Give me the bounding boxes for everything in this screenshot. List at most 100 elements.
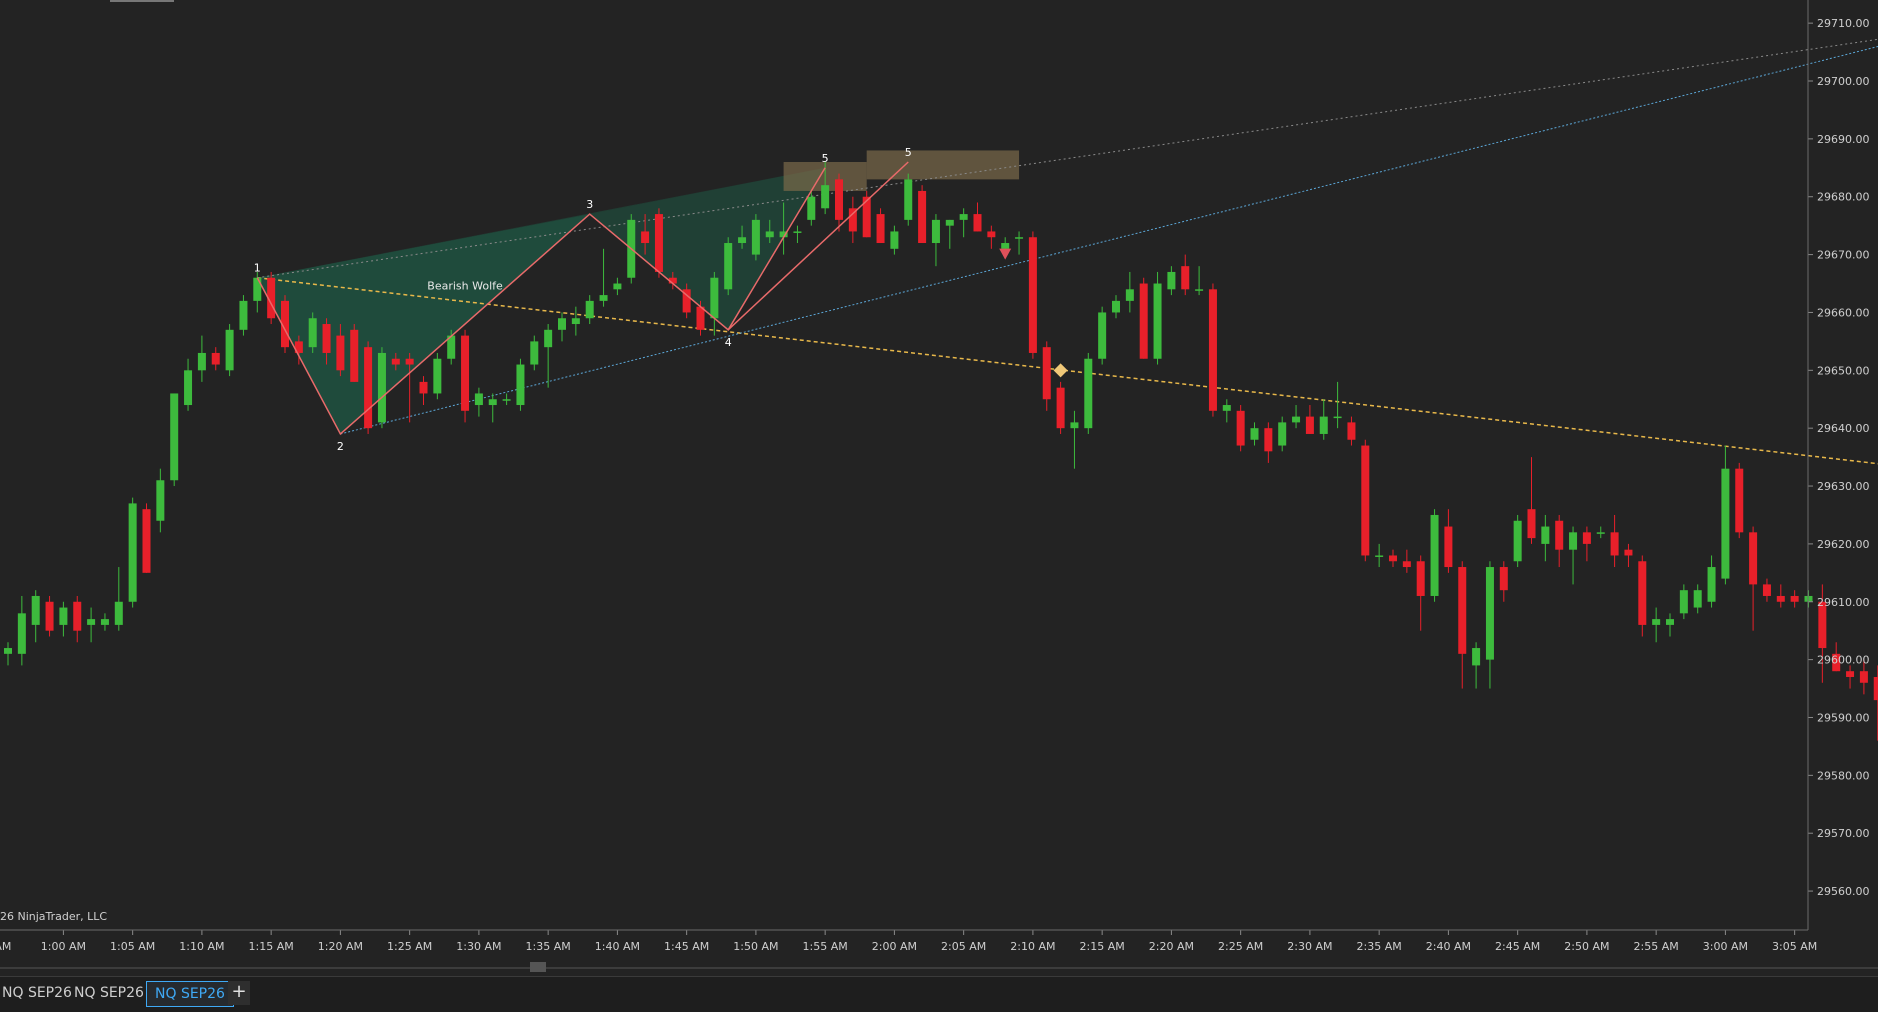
candle-body [1707,567,1716,602]
candle-body [585,300,594,319]
add-tab-button[interactable]: + [228,981,250,1005]
pattern-point-label: 5 [822,152,829,165]
x-tick-label: 2:25 AM [1218,940,1263,953]
price-chart[interactable]: 1 2 3 4 5 5 Bearish Wolfe 29560.00 29570.00 2958… [0,0,1878,1011]
candle-body [1264,428,1273,452]
x-tick-label: 1:15 AM [249,940,294,953]
candle-body [1485,567,1494,660]
candle-body [1555,520,1564,550]
candle-body [751,219,760,255]
candle-body [87,619,96,625]
candle-body [45,601,54,631]
candle-body [4,648,12,654]
x-tick-label: 2:00 AM [872,940,917,953]
candle-body [377,352,386,423]
y-tick-label: 29630.00 [1817,480,1870,493]
candle-body [1250,428,1259,440]
candle-body [613,283,622,290]
candle-body [530,341,539,365]
y-tick-label: 29560.00 [1817,885,1870,898]
candle-body [1499,567,1508,591]
candle-body [1458,567,1467,654]
tab-nq-3[interactable]: NQ SEP26 [146,981,234,1007]
scrollbar-thumb[interactable] [530,962,546,972]
pattern-point-label: 2 [337,440,344,453]
chart-svg[interactable]: 1 2 3 4 5 5 Bearish Wolfe 29560.00 29570.00 2958… [0,0,1878,976]
y-tick-label: 29680.00 [1817,191,1870,204]
candle-body [1430,514,1439,596]
candle-body [502,399,511,401]
candle-body [641,231,650,244]
candle-body [433,358,442,394]
candle-body [419,381,428,394]
candle-body [391,358,400,365]
candle-body [835,179,843,220]
candle-body [1153,283,1162,359]
x-tick-label: 2:35 AM [1357,940,1402,953]
candle-body [253,277,262,301]
candle-body [1056,387,1065,429]
candle-body [654,214,663,272]
candle-body [1873,676,1878,701]
candle-body [461,335,470,411]
pattern-point-label: 4 [725,336,732,349]
x-tick-label: 2:20 AM [1149,940,1194,953]
x-tick-label: 2:55 AM [1634,940,1679,953]
candle-body [1569,532,1578,550]
candle-body [1666,619,1674,625]
candle-body [1389,555,1397,562]
candle-body [1444,526,1453,568]
candle-body [1070,422,1079,429]
candle-body [211,352,220,365]
x-tick-label: 1:00 AM [41,940,86,953]
candle-body [364,347,373,429]
y-tick-label: 29690.00 [1817,133,1870,146]
candle-body [724,243,733,290]
pattern-name-label: Bearish Wolfe [427,279,503,292]
copyright-text: 26 NinjaTrader, LLC [0,910,108,923]
y-tick-label: 29590.00 [1817,711,1870,724]
candle-body [225,329,234,371]
candle-body [1139,283,1148,359]
x-tick-label: 2:15 AM [1080,940,1125,953]
candle-body [308,318,317,348]
x-tick-label: 1:55 AM [803,940,848,953]
candle-body [1292,416,1301,423]
x-tick-label: 2:50 AM [1564,940,1609,953]
candle-body [31,595,40,625]
candle-body [918,190,927,244]
candle-body [1582,532,1591,544]
x-tick-label: 3:00 AM [1703,940,1748,953]
candle-body [1028,237,1037,353]
candle-body [558,318,566,330]
top-handle[interactable] [110,0,174,2]
candle-body [599,295,608,301]
candle-body [350,329,359,382]
candle-body [807,196,816,220]
candle-body [959,214,968,220]
candle-body [1624,549,1633,556]
x-tick-label: 1:30 AM [456,940,501,953]
candle-body [156,480,165,521]
candle-body [184,370,193,406]
candle-body [738,237,747,244]
candle-body [696,306,705,330]
pattern-point-label: 3 [586,198,593,211]
x-tick-label: 2:45 AM [1495,940,1540,953]
candle-body [1015,237,1024,239]
candle-body [1125,289,1134,301]
y-tick-label: 29670.00 [1817,249,1870,262]
x-tick-label: 1:50 AM [733,940,778,953]
candle-body [73,601,82,631]
candle-body [1513,520,1522,562]
candle-body [1527,509,1536,539]
candle-body [1846,671,1855,677]
y-tick-label: 29610.00 [1817,596,1870,609]
candle-body [1319,416,1328,434]
y-tick-label: 29580.00 [1817,769,1870,782]
tab-bar: NQ SEP26 NQ SEP26 NQ SEP26 + [0,976,1878,1012]
candle-body [1402,561,1411,568]
candle-body [142,509,151,573]
candle-body [197,352,206,371]
tab-nq-2[interactable]: NQ SEP26 [66,981,152,1005]
